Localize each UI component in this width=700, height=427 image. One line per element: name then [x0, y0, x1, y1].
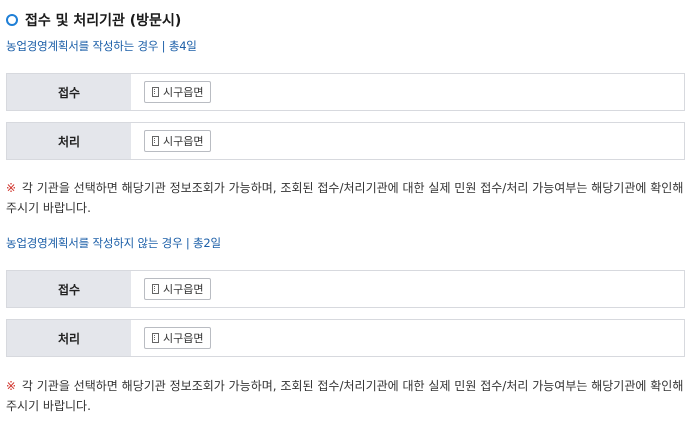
office-button-label: 시구읍면 [163, 283, 204, 296]
building-icon [152, 284, 159, 294]
row-label-receive: 접수 [7, 271, 131, 307]
group2-note: ※ 각 기관을 선택하면 해당기관 정보조회가 가능하며, 조회된 접수/처리기… [6, 376, 686, 416]
building-icon [152, 333, 159, 343]
office-button-process[interactable]: 시구읍면 [144, 327, 212, 349]
row-cell: 시구읍면 [131, 320, 684, 356]
row-cell: 시구읍면 [131, 271, 684, 307]
row-cell: 시구읍면 [131, 123, 684, 159]
section-title-text: 접수 및 처리기관 (방문시) [25, 13, 182, 29]
note-text: 각 기관을 선택하면 해당기관 정보조회가 가능하며, 조회된 접수/처리기관에… [6, 181, 684, 215]
group1-note: ※ 각 기관을 선택하면 해당기관 정보조회가 가능하며, 조회된 접수/처리기… [6, 178, 686, 218]
group1-row-process: 처리 시구읍면 [6, 122, 685, 160]
note-text: 각 기관을 선택하면 해당기관 정보조회가 가능하며, 조회된 접수/처리기관에… [6, 379, 684, 413]
row-cell: 시구읍면 [131, 74, 684, 110]
page: 접수 및 처리기관 (방문시) 농업경영계획서를 작성하는 경우 | 총4일 접… [0, 0, 700, 427]
office-button-label: 시구읍면 [163, 86, 204, 99]
office-button-label: 시구읍면 [163, 135, 204, 148]
bullet-circle-icon [6, 14, 18, 26]
group1-heading: 농업경영계획서를 작성하는 경우 | 총4일 [6, 39, 197, 53]
row-label-process: 처리 [7, 320, 131, 356]
note-mark: ※ [6, 379, 17, 393]
group2-row-process: 처리 시구읍면 [6, 319, 685, 357]
group2-heading: 농업경영계획서를 작성하지 않는 경우 | 총2일 [6, 236, 221, 250]
office-button-receive[interactable]: 시구읍면 [144, 278, 212, 300]
note-mark: ※ [6, 181, 17, 195]
row-label-receive: 접수 [7, 74, 131, 110]
office-button-receive[interactable]: 시구읍면 [144, 81, 212, 103]
section-title: 접수 및 처리기관 (방문시) [6, 10, 181, 30]
group2-row-receive: 접수 시구읍면 [6, 270, 685, 308]
building-icon [152, 87, 159, 97]
office-button-process[interactable]: 시구읍면 [144, 130, 212, 152]
office-button-label: 시구읍면 [163, 332, 204, 345]
row-label-process: 처리 [7, 123, 131, 159]
building-icon [152, 136, 159, 146]
group1-row-receive: 접수 시구읍면 [6, 73, 685, 111]
